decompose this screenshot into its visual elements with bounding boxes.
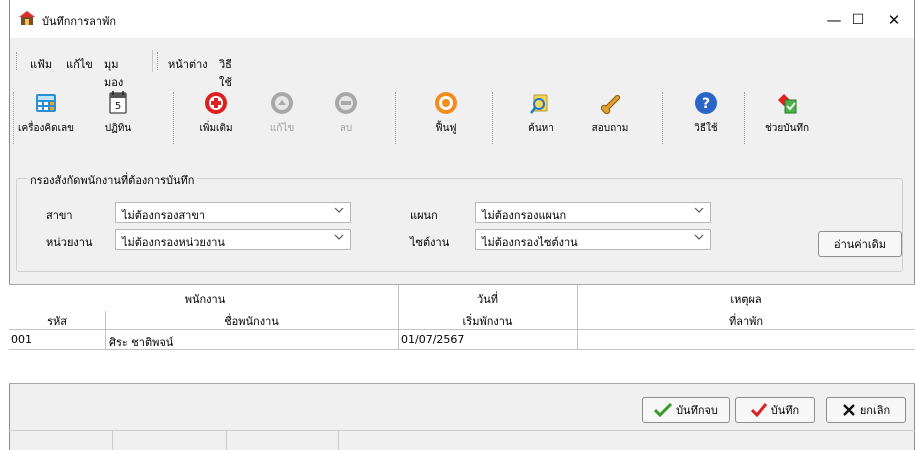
reason-column-header[interactable]: ที่ลาพัก xyxy=(577,312,915,330)
assist-label: ช่วยบันทึก xyxy=(764,123,810,134)
refresh-button[interactable]: ฟื้นฟู xyxy=(418,86,474,150)
help-button[interactable]: ? วิธีใช้ xyxy=(680,86,732,150)
menu-edit[interactable]: แก้ไข xyxy=(66,55,93,73)
load-defaults-label: อ่านค่าเดิม xyxy=(834,238,886,251)
chevron-down-icon xyxy=(334,207,344,213)
svg-text:5: 5 xyxy=(115,101,121,112)
employee-group-header: พนักงาน xyxy=(184,293,226,306)
reason-group-header: เหตุผล xyxy=(730,293,762,306)
row-name[interactable]: ศิระ ชาติพจน์ xyxy=(109,333,173,351)
toolbar-grip-5[interactable] xyxy=(662,92,665,144)
date-group-header: วันที่ xyxy=(477,293,498,306)
close-button[interactable]: ✕ xyxy=(880,10,908,30)
add-label: เพิ่มเติม xyxy=(199,123,233,134)
calendar-icon: 5 xyxy=(109,91,127,114)
chevron-down-icon xyxy=(334,234,344,240)
inquiry-icon xyxy=(601,94,621,114)
filter-group: กรองสังกัดพนักงานที่ต้องการบันทึก xyxy=(16,171,903,272)
employee-grid: พนักงาน วันที่ เหตุผล รหัส ชื่อพนักงาน เ… xyxy=(9,284,915,384)
refresh-label: ฟื้นฟู xyxy=(435,123,457,134)
unit-value: ไม่ต้องกรองหน่วยงาน xyxy=(122,236,225,249)
chevron-down-icon xyxy=(694,207,704,213)
menu-file[interactable]: แฟ้ม xyxy=(30,55,52,73)
calculator-icon xyxy=(36,94,56,112)
row-start-date[interactable]: 01/07/2567 xyxy=(401,333,464,346)
edit-label: แก้ไข xyxy=(269,123,295,134)
chevron-down-icon xyxy=(694,234,704,240)
edit-icon xyxy=(271,92,293,114)
menu-grip[interactable] xyxy=(16,52,19,70)
branch-select[interactable]: ไม่ต้องกรองสาขา xyxy=(115,202,351,223)
status-pane xyxy=(9,431,113,450)
name-column-header[interactable]: ชื่อพนักงาน xyxy=(105,312,398,330)
refresh-icon xyxy=(435,92,457,114)
department-label: แผนก xyxy=(410,209,438,222)
toolbar-grip-2[interactable] xyxy=(173,92,176,144)
check-icon xyxy=(750,403,767,417)
branch-value: ไม่ต้องกรองสาขา xyxy=(122,209,206,222)
edit-button[interactable]: แก้ไข xyxy=(254,86,310,150)
assist-button[interactable]: ช่วยบันทึก xyxy=(752,86,822,150)
delete-icon xyxy=(335,92,357,114)
workgroup-value: ไม่ต้องกรองไซต์งาน xyxy=(482,236,578,249)
status-pane xyxy=(113,431,227,450)
menu-separator xyxy=(152,50,153,72)
calculator-label: เครื่องคิดเลข xyxy=(18,123,74,134)
help-icon: ? xyxy=(695,92,717,114)
menu-grip-2[interactable] xyxy=(157,52,160,70)
assist-icon xyxy=(778,94,797,114)
start-date-column-header[interactable]: เริ่มพักงาน xyxy=(398,312,577,330)
save-button[interactable]: บันทึก xyxy=(735,397,815,423)
search-label: ค้นหา xyxy=(528,123,554,134)
menu-window[interactable]: หน้าต่าง xyxy=(168,55,208,73)
search-icon xyxy=(530,94,548,114)
check-icon xyxy=(654,403,673,417)
add-button[interactable]: เพิ่มเติม xyxy=(188,86,244,150)
unit-label: หน่วยงาน xyxy=(46,236,93,249)
save-close-label: บันทึกจบ xyxy=(676,404,718,417)
add-icon xyxy=(205,92,227,114)
cancel-label: ยกเลิก xyxy=(859,404,891,417)
workgroup-select[interactable]: ไม่ต้องกรองไซต์งาน xyxy=(475,229,711,250)
calculator-button[interactable]: เครื่องคิดเลข xyxy=(12,86,80,150)
maximize-button[interactable]: ☐ xyxy=(844,10,872,30)
status-pane xyxy=(227,431,339,450)
search-button[interactable]: ค้นหา xyxy=(506,86,576,150)
help-label: วิธีใช้ xyxy=(694,123,718,134)
delete-label: ลบ xyxy=(339,123,353,134)
load-defaults-button[interactable]: อ่านค่าเดิม xyxy=(818,231,902,257)
save-close-button[interactable]: บันทึกจบ xyxy=(642,397,730,423)
calendar-button[interactable]: 5 ปฏิทิน xyxy=(88,86,148,150)
status-bar xyxy=(9,430,915,450)
svg-text:?: ? xyxy=(702,96,710,112)
code-column-header[interactable]: รหัส xyxy=(9,312,105,330)
cancel-button[interactable]: ยกเลิก xyxy=(826,397,906,423)
department-value: ไม่ต้องกรองแผนก xyxy=(482,209,567,222)
department-select[interactable]: ไม่ต้องกรองแผนก xyxy=(475,202,711,223)
delete-button[interactable]: ลบ xyxy=(318,86,374,150)
inquiry-label: สอบถาม xyxy=(591,123,629,134)
toolbar-grip-6[interactable] xyxy=(744,92,747,144)
toolbar-grip-3[interactable] xyxy=(395,92,398,144)
calendar-label: ปฏิทิน xyxy=(104,123,132,134)
inquiry-button[interactable]: สอบถาม xyxy=(576,86,644,150)
branch-label: สาขา xyxy=(46,209,73,222)
save-label: บันทึก xyxy=(770,404,800,417)
toolbar: เครื่องคิดเลข 5 ปฏิทิน เพิ่มเติม แก้ไข ล… xyxy=(10,86,914,150)
row-code[interactable]: 001 xyxy=(11,333,32,346)
title-bar: บันทึกการลาพัก — ☐ ✕ xyxy=(10,0,914,38)
close-icon xyxy=(843,404,855,416)
unit-select[interactable]: ไม่ต้องกรองหน่วยงาน xyxy=(115,229,351,250)
app-logo-icon xyxy=(19,11,35,25)
filter-legend: กรองสังกัดพนักงานที่ต้องการบันทึก xyxy=(27,171,198,189)
toolbar-grip-4[interactable] xyxy=(492,92,495,144)
workgroup-label: ไซต์งาน xyxy=(410,236,450,249)
window-title: บันทึกการลาพัก xyxy=(42,15,116,28)
